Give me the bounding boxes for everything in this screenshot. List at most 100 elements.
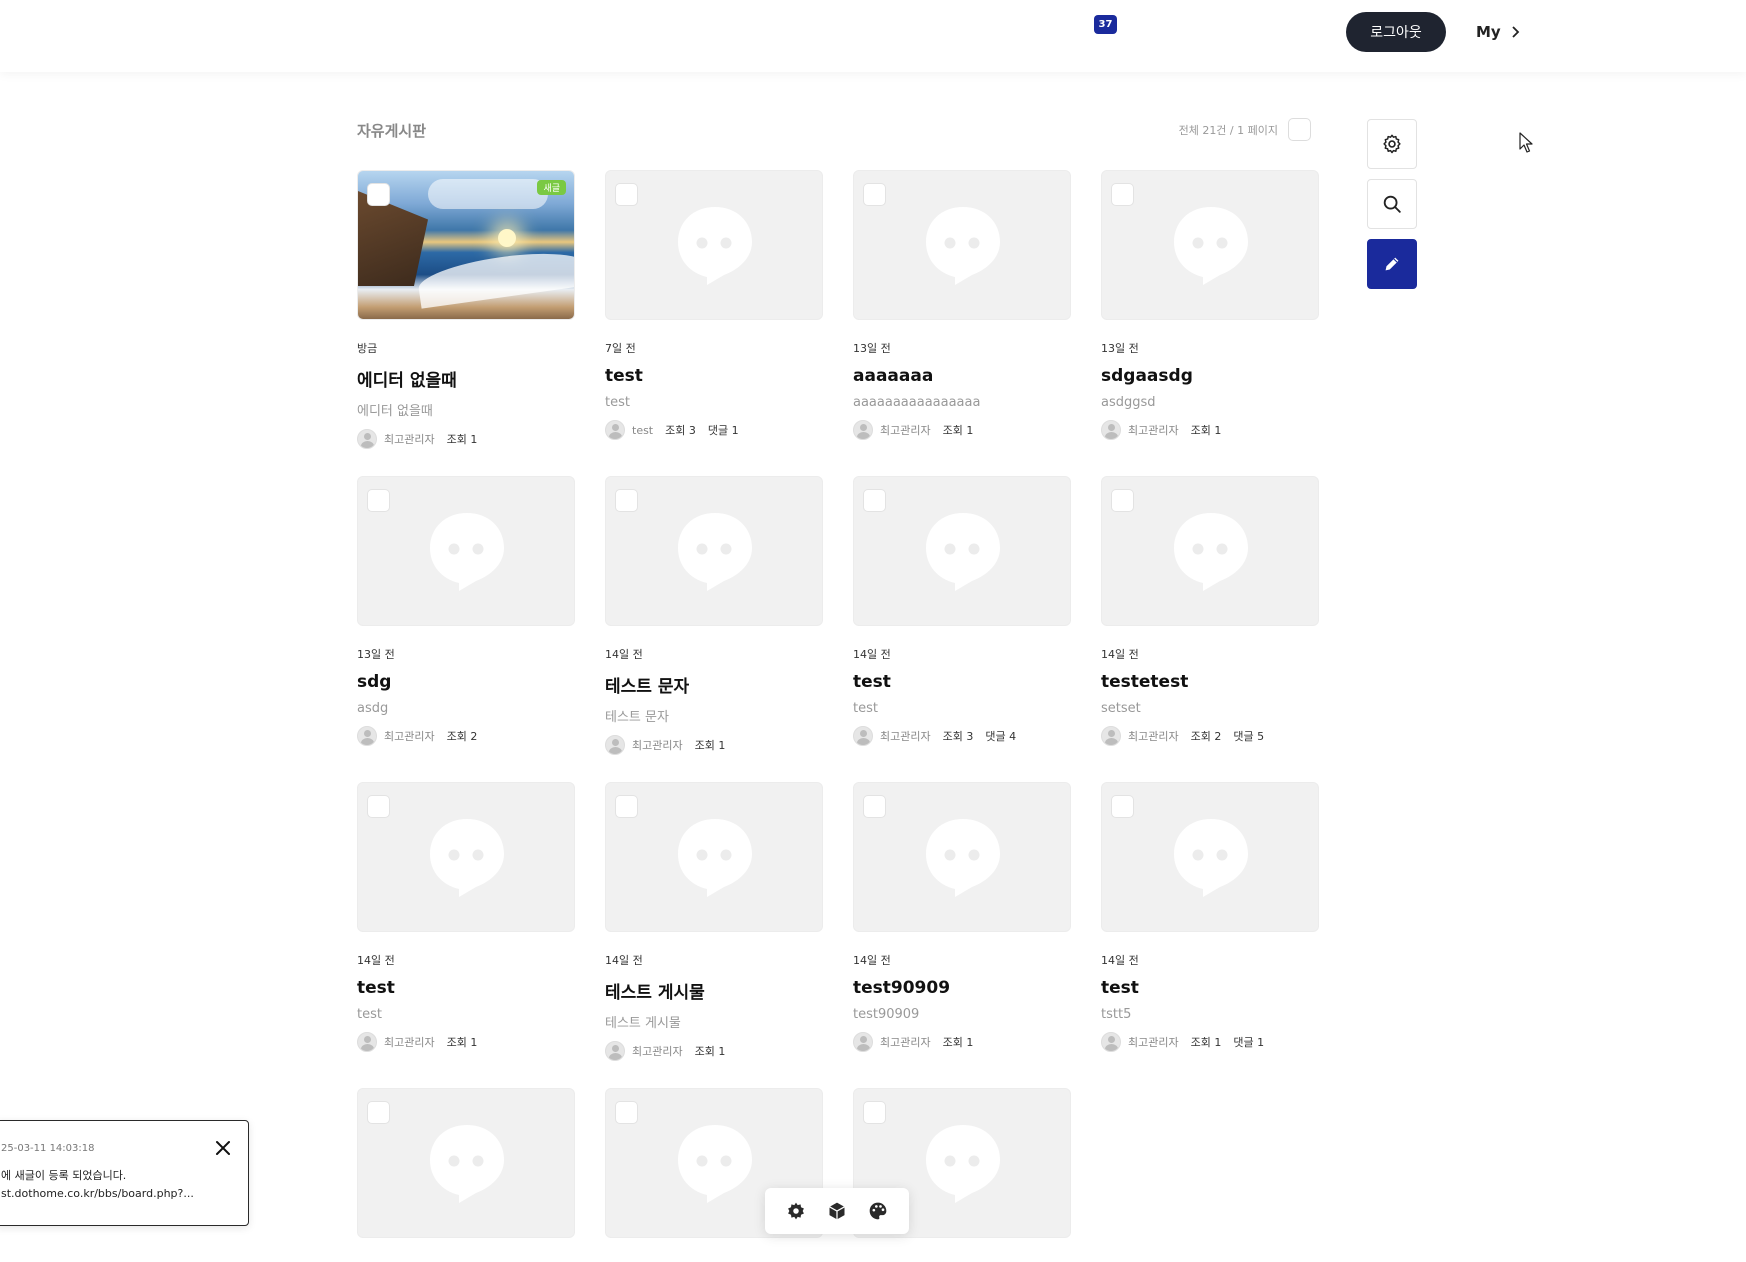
post-excerpt: test xyxy=(605,395,630,410)
post-checkbox[interactable] xyxy=(1111,489,1134,512)
post-title[interactable]: 테스트 문자 xyxy=(605,672,823,697)
post-card[interactable]: 14일 전 test test 최고관리자 조회 1 xyxy=(357,782,575,1052)
post-author[interactable]: 최고관리자 xyxy=(632,1043,683,1059)
notification-badge[interactable]: 37 xyxy=(1094,15,1117,34)
avatar xyxy=(357,1032,377,1052)
post-comments: 댓글 5 xyxy=(1233,730,1265,743)
post-thumbnail[interactable] xyxy=(853,170,1071,320)
post-date: 13일 전 xyxy=(853,342,891,355)
post-thumbnail[interactable] xyxy=(1101,782,1319,932)
post-title[interactable]: sdgaasdg xyxy=(1101,366,1319,386)
post-thumbnail[interactable] xyxy=(357,1088,575,1238)
post-checkbox[interactable] xyxy=(863,489,886,512)
speech-bubble-icon xyxy=(1172,817,1250,899)
post-title[interactable]: test xyxy=(1101,978,1319,998)
post-author[interactable]: 최고관리자 xyxy=(384,1034,435,1050)
write-post-button[interactable] xyxy=(1367,239,1417,289)
post-title[interactable]: test xyxy=(357,978,575,998)
post-card[interactable] xyxy=(357,1088,575,1238)
new-post-notification[interactable]: 25-03-11 14:03:18 에 새글이 등록 되었습니다. st.dot… xyxy=(0,1120,249,1226)
board-search-button[interactable] xyxy=(1367,179,1417,229)
post-date: 14일 전 xyxy=(605,954,643,967)
post-author[interactable]: 최고관리자 xyxy=(1128,422,1179,438)
toolbar-palette-button[interactable] xyxy=(867,1200,889,1222)
post-card[interactable]: 14일 전 test90909 test90909 최고관리자 조회 1 xyxy=(853,782,1071,1052)
post-thumbnail[interactable] xyxy=(853,476,1071,626)
post-thumbnail[interactable] xyxy=(357,782,575,932)
post-card[interactable]: 14일 전 testetest setset 최고관리자 조회 2 댓글 5 xyxy=(1101,476,1319,746)
post-checkbox[interactable] xyxy=(367,1101,390,1124)
post-author[interactable]: 최고관리자 xyxy=(880,1034,931,1050)
post-title[interactable]: testetest xyxy=(1101,672,1319,692)
post-thumbnail[interactable] xyxy=(605,782,823,932)
notification-link[interactable]: st.dothome.co.kr/bbs/board.php?... xyxy=(1,1187,194,1200)
toolbar-settings-button[interactable] xyxy=(785,1200,807,1222)
post-card[interactable]: 14일 전 test test 최고관리자 조회 3 댓글 4 xyxy=(853,476,1071,746)
post-checkbox[interactable] xyxy=(367,489,390,512)
post-thumbnail[interactable] xyxy=(605,476,823,626)
post-checkbox[interactable] xyxy=(863,1101,886,1124)
gear-icon xyxy=(1383,134,1401,154)
post-author[interactable]: 최고관리자 xyxy=(384,431,435,447)
post-card[interactable]: 7일 전 test test test 조회 3 댓글 1 xyxy=(605,170,823,440)
post-checkbox[interactable] xyxy=(615,795,638,818)
post-title[interactable]: sdg xyxy=(357,672,575,692)
post-card[interactable]: 14일 전 테스트 게시물 테스트 게시물 최고관리자 조회 1 xyxy=(605,782,823,1061)
post-card[interactable]: 13일 전 sdg asdg 최고관리자 조회 2 xyxy=(357,476,575,746)
post-checkbox[interactable] xyxy=(1111,795,1134,818)
post-author[interactable]: 최고관리자 xyxy=(880,422,931,438)
post-checkbox[interactable] xyxy=(863,183,886,206)
post-checkbox[interactable] xyxy=(367,183,390,206)
post-author[interactable]: test xyxy=(632,424,653,437)
post-author[interactable]: 최고관리자 xyxy=(880,728,931,744)
avatar xyxy=(605,735,625,755)
select-all-checkbox[interactable] xyxy=(1288,118,1311,141)
post-date: 방금 xyxy=(357,342,378,355)
post-checkbox[interactable] xyxy=(367,795,390,818)
post-thumbnail[interactable] xyxy=(1101,476,1319,626)
speech-bubble-icon xyxy=(924,511,1002,593)
image-cloud xyxy=(428,179,548,209)
post-title[interactable]: 테스트 게시물 xyxy=(605,978,823,1003)
post-thumbnail[interactable] xyxy=(357,476,575,626)
logout-button[interactable]: 로그아웃 xyxy=(1346,12,1446,52)
post-author[interactable]: 최고관리자 xyxy=(1128,728,1179,744)
post-card[interactable]: 14일 전 test tstt5 최고관리자 조회 1 댓글 1 xyxy=(1101,782,1319,1052)
my-page-link[interactable]: My xyxy=(1476,20,1520,44)
post-checkbox[interactable] xyxy=(615,1101,638,1124)
post-views: 조회 1 xyxy=(942,1036,974,1049)
post-thumbnail[interactable] xyxy=(853,782,1071,932)
post-card[interactable]: 14일 전 테스트 문자 테스트 문자 최고관리자 조회 1 xyxy=(605,476,823,755)
mouse-cursor-icon xyxy=(1519,132,1533,153)
post-card[interactable]: 13일 전 sdgaasdg asdggsd 최고관리자 조회 1 xyxy=(1101,170,1319,440)
post-author[interactable]: 최고관리자 xyxy=(384,728,435,744)
post-checkbox[interactable] xyxy=(1111,183,1134,206)
post-author[interactable]: 최고관리자 xyxy=(632,737,683,753)
post-title[interactable]: test xyxy=(605,366,823,386)
post-thumbnail[interactable] xyxy=(1101,170,1319,320)
toolbar-cube-button[interactable] xyxy=(826,1200,848,1222)
post-checkbox[interactable] xyxy=(863,795,886,818)
post-views: 조회 1 xyxy=(1190,1036,1222,1049)
post-title[interactable]: test90909 xyxy=(853,978,1071,998)
avatar xyxy=(605,1041,625,1061)
speech-bubble-icon xyxy=(676,817,754,899)
post-title[interactable]: 에디터 없을때 xyxy=(357,366,575,391)
pencil-icon xyxy=(1385,257,1399,271)
post-author[interactable]: 최고관리자 xyxy=(1128,1034,1179,1050)
close-icon[interactable] xyxy=(214,1139,232,1157)
speech-bubble-icon xyxy=(924,1123,1002,1205)
board-settings-button[interactable] xyxy=(1367,119,1417,169)
post-checkbox[interactable] xyxy=(615,489,638,512)
post-excerpt: 테스트 문자 xyxy=(605,710,669,725)
post-card[interactable]: 새글 방금 에디터 없을때 에디터 없을때 최고관리자 조회 1 xyxy=(357,170,575,449)
post-title[interactable]: test xyxy=(853,672,1071,692)
post-excerpt: test xyxy=(853,701,878,716)
post-checkbox[interactable] xyxy=(615,183,638,206)
speech-bubble-icon xyxy=(924,205,1002,287)
post-card[interactable]: 13일 전 aaaaaaa aaaaaaaaaaaaaaaa 최고관리자 조회 1 xyxy=(853,170,1071,440)
speech-bubble-icon xyxy=(676,1123,754,1205)
post-thumbnail[interactable]: 새글 xyxy=(357,170,575,320)
post-title[interactable]: aaaaaaa xyxy=(853,366,1071,386)
post-thumbnail[interactable] xyxy=(605,170,823,320)
